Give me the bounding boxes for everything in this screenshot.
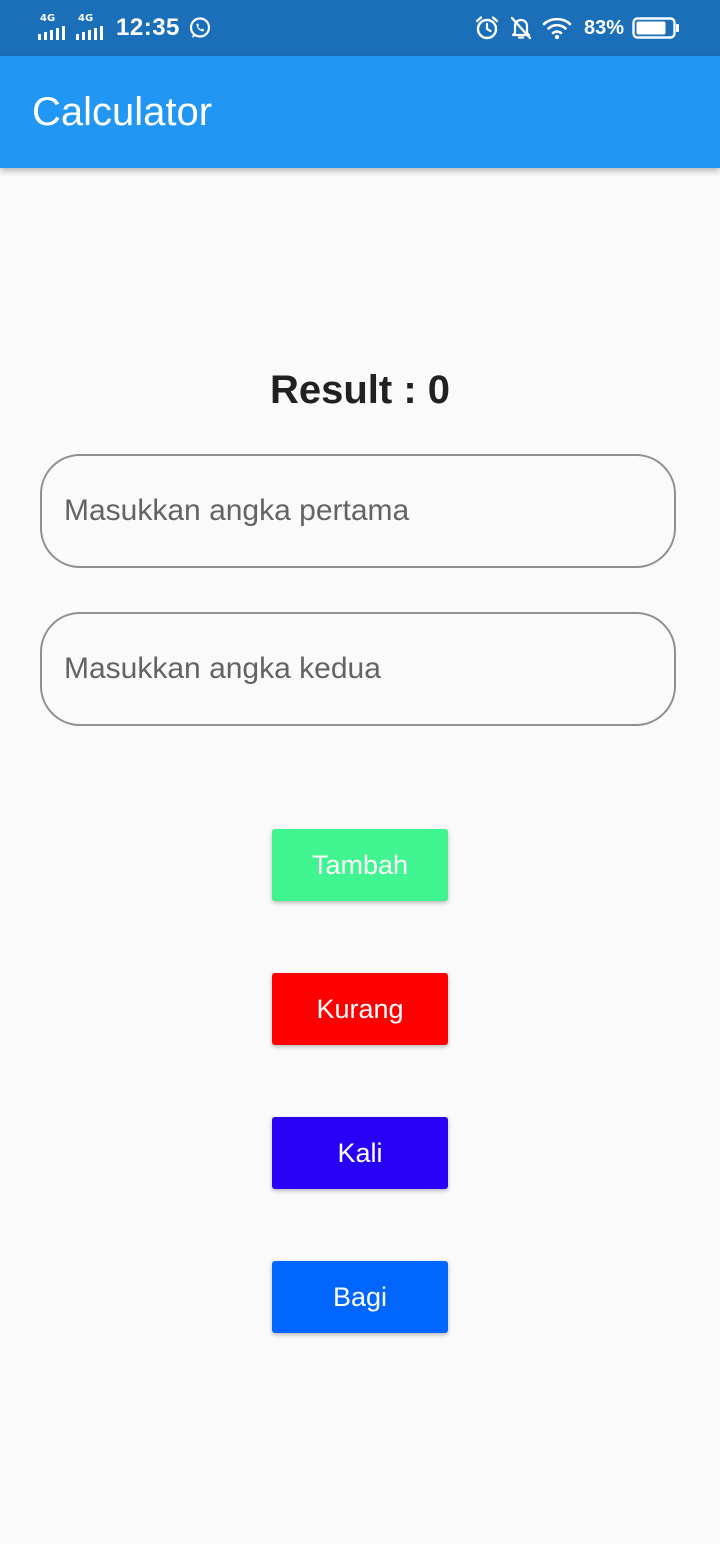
- wifi-icon: [542, 16, 572, 40]
- battery-percent: 83%: [583, 16, 624, 39]
- app-title: Calculator: [32, 90, 213, 134]
- status-left: 4G 4G 12:35: [38, 12, 212, 44]
- add-button[interactable]: Tambah: [272, 829, 448, 901]
- divide-button[interactable]: Bagi: [272, 1261, 448, 1333]
- alarm-icon: [474, 15, 500, 41]
- notifications-off-icon: [508, 15, 534, 41]
- result-text: Result : 0: [269, 368, 451, 412]
- multiply-button[interactable]: Kali: [272, 1117, 448, 1189]
- network-type-label: 4G: [40, 13, 56, 24]
- signal-icon: 4G: [38, 14, 72, 42]
- network-type-label: 4G: [78, 13, 94, 24]
- first-number-input[interactable]: [40, 454, 676, 568]
- status-bar: 4G 4G 12:35 83%: [0, 0, 720, 56]
- status-time: 12:35: [116, 14, 180, 41]
- app-bar: Calculator: [0, 56, 720, 168]
- signal-icon: 4G: [76, 14, 110, 42]
- subtract-button[interactable]: Kurang: [272, 973, 448, 1045]
- whatsapp-icon: [188, 16, 212, 40]
- battery-icon: [632, 17, 680, 39]
- status-right: 83%: [466, 12, 680, 44]
- second-number-input[interactable]: [40, 612, 676, 726]
